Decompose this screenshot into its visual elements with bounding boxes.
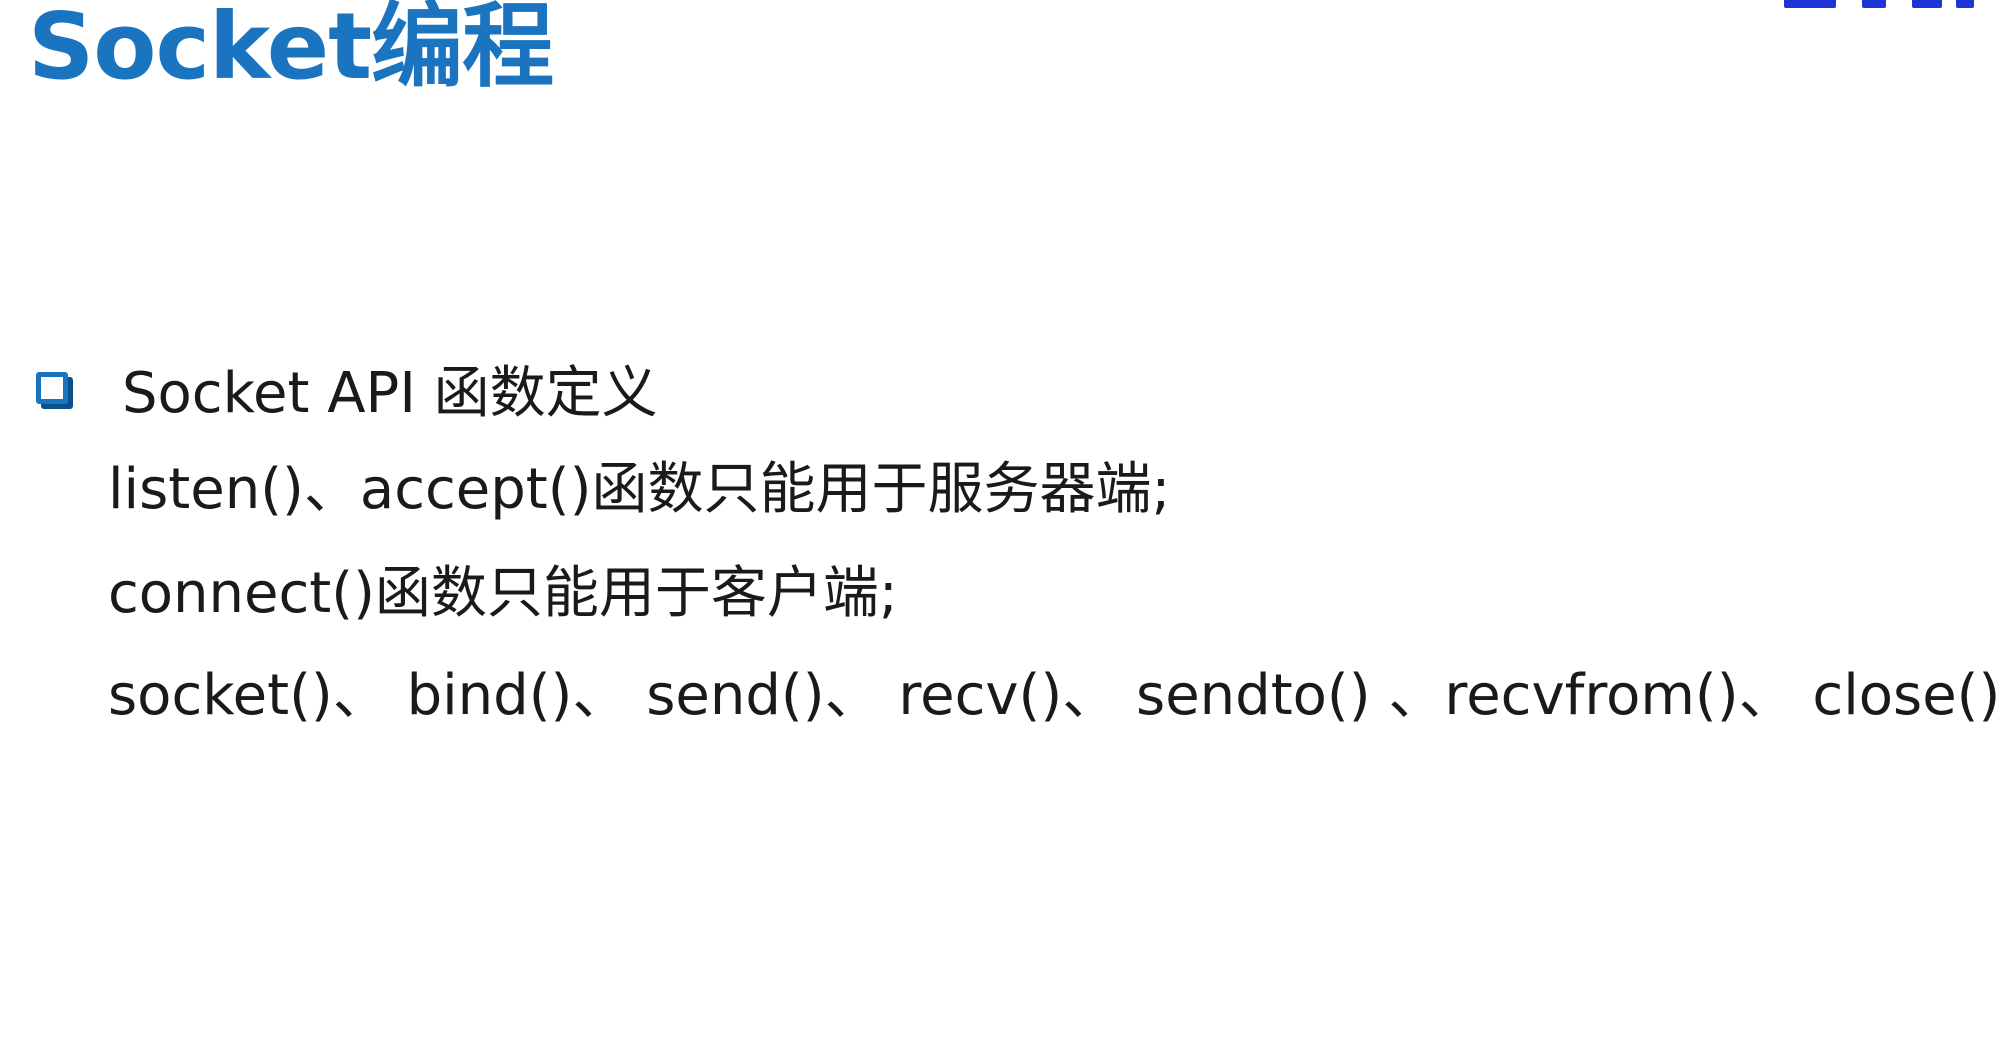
body-line-server-functions: listen()、accept()函数只能用于服务器端;: [108, 457, 1171, 522]
slide-title: Socket编程: [28, 0, 554, 100]
section-heading: Socket API 函数定义: [122, 360, 658, 426]
body-line-common-functions: socket()、 bind()、 send()、 recv()、 sendto…: [108, 663, 2001, 728]
slide: Socket编程 Socket API 函数定义 listen()、accept…: [0, 0, 2014, 1038]
body-line-client-functions: connect()函数只能用于客户端;: [108, 561, 898, 626]
corner-logo-fragment: [1784, 0, 1974, 8]
checkbox-square-icon: [36, 372, 68, 404]
bullet-item: Socket API 函数定义: [36, 350, 658, 426]
